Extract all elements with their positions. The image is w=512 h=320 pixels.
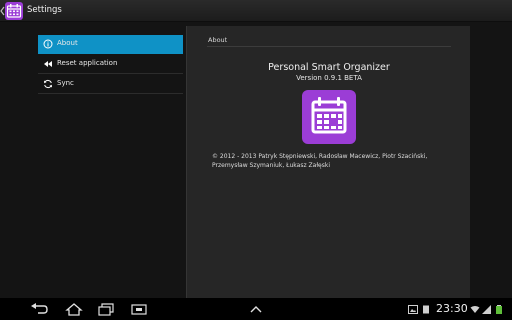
sync-icon — [44, 79, 52, 89]
app-name: Personal Smart Organizer — [268, 62, 390, 73]
sidebar-item-label: About — [57, 39, 78, 47]
action-bar: Settings — [0, 0, 512, 22]
recent-apps-icon[interactable] — [97, 303, 115, 316]
back-icon[interactable] — [30, 303, 48, 316]
info-icon — [43, 39, 53, 49]
chevron-up-icon[interactable] — [247, 303, 265, 316]
app-calendar-logo-icon — [302, 90, 356, 144]
credits-line: Przemysław Szymaniuk, Łukasz Załęski — [212, 161, 330, 169]
screenshot-icon[interactable] — [130, 303, 148, 316]
wifi-icon — [470, 306, 480, 313]
actionbar-title: Settings — [27, 5, 62, 15]
sidebar-item-reset-application[interactable]: Reset application — [38, 55, 183, 74]
app-calendar-icon[interactable] — [5, 2, 23, 20]
status-time: 23:30 — [436, 302, 468, 315]
home-icon[interactable] — [65, 303, 83, 316]
sidebar-item-sync[interactable]: Sync — [38, 75, 183, 94]
divider — [207, 46, 451, 47]
battery-icon — [496, 305, 502, 314]
credits-text: © 2012 - 2013 Patryk Stępniewski, Radosł… — [212, 153, 452, 170]
panel-header: About — [208, 36, 228, 44]
sidebar-item-label: Reset application — [57, 59, 118, 67]
system-nav-bar: 23:30 — [0, 298, 512, 320]
credits-line: © 2012 - 2013 Patryk Stępniewski, Radosł… — [212, 153, 428, 160]
app-version: Version 0.9.1 BETA — [296, 74, 362, 82]
sidebar-item-label: Sync — [57, 79, 74, 87]
sidebar-item-about[interactable]: About — [38, 35, 183, 54]
signal-icon — [482, 305, 491, 314]
sd-card-icon — [423, 305, 429, 314]
about-panel: About Personal Smart Organizer Version 0… — [186, 26, 470, 298]
image-notification-icon — [408, 305, 418, 314]
rewind-icon — [44, 61, 52, 67]
